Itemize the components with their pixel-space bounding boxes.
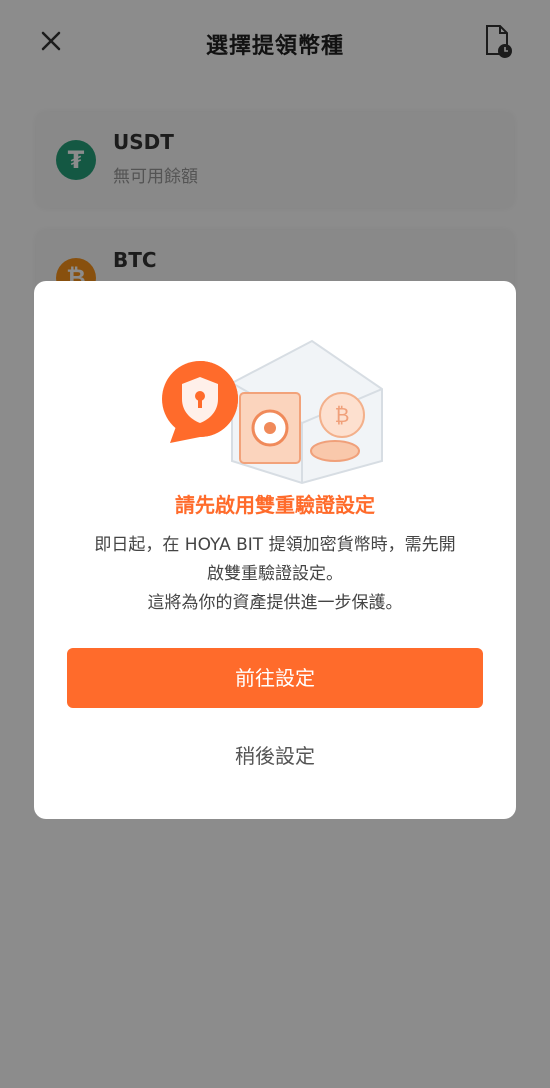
two-factor-dialog: ₿ 請先啟用雙重驗證設定 即日起，在 HOYA BIT 提領加密貨幣時，需先開 …: [34, 281, 516, 819]
dialog-title: 請先啟用雙重驗證設定: [175, 493, 375, 517]
dialog-message: 即日起，在 HOYA BIT 提領加密貨幣時，需先開 啟雙重驗證設定。 這將為你…: [58, 531, 492, 618]
dialog-message-line: 這將為你的資產提供進一步保護。: [147, 593, 403, 613]
dialog-message-line: 即日起，在 HOYA BIT 提領加密貨幣時，需先開: [94, 535, 456, 555]
dialog-message-line: 啟雙重驗證設定。: [207, 564, 343, 584]
security-house-illustration: ₿: [160, 311, 390, 491]
set-later-button[interactable]: 稍後設定: [34, 739, 516, 773]
go-to-settings-button[interactable]: 前往設定: [67, 648, 483, 708]
svg-text:₿: ₿: [335, 403, 350, 427]
